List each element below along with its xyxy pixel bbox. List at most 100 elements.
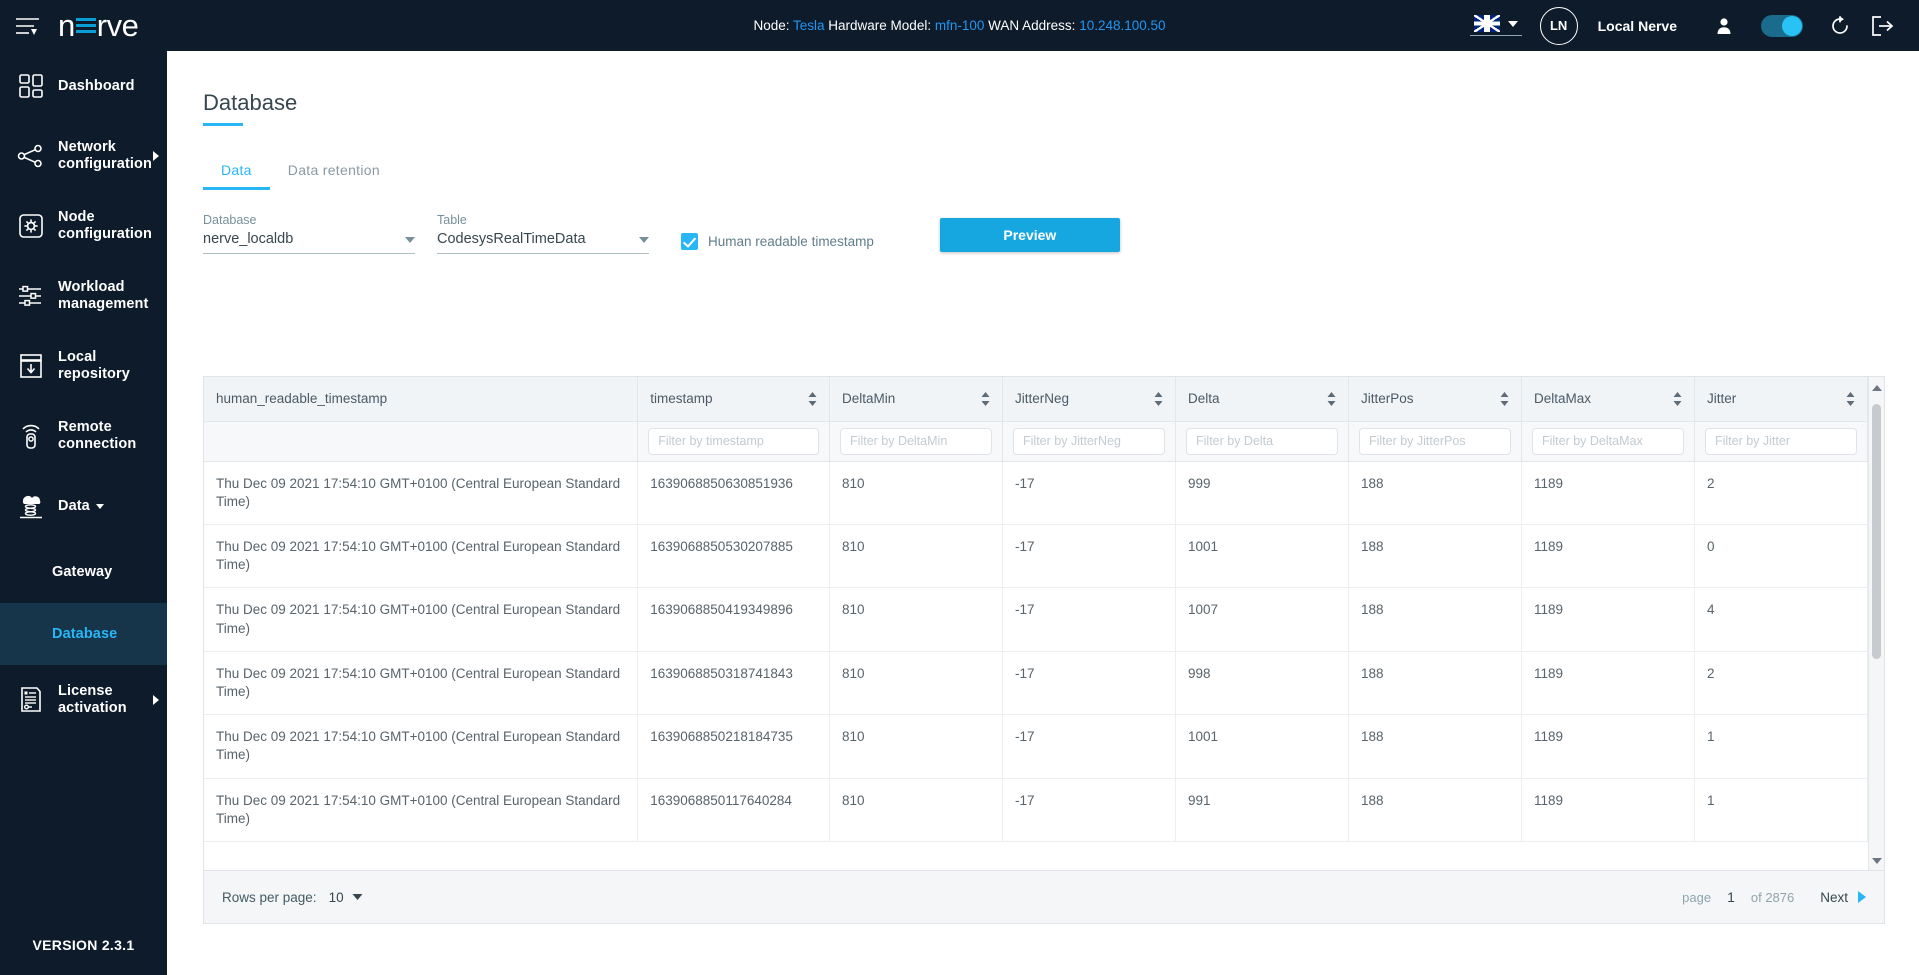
filter-input-deltamax[interactable] [1531, 427, 1684, 455]
network-share-icon [14, 139, 48, 173]
table-cell-jitter: 2 [1694, 651, 1869, 716]
table-cell-delta: 999 [1175, 461, 1349, 525]
sidebar-item-dashboard[interactable]: Dashboard [0, 51, 167, 121]
table-row[interactable]: Thu Dec 09 2021 17:54:10 GMT+0100 (Centr… [204, 651, 1869, 716]
table-cell-jitterneg: -17 [1002, 651, 1176, 716]
table-row[interactable]: Thu Dec 09 2021 17:54:10 GMT+0100 (Centr… [204, 714, 1869, 779]
page-title-underline [203, 123, 243, 126]
next-label: Next [1820, 889, 1848, 905]
logo-text-right: rve [96, 8, 139, 43]
sidebar-item-label: Remote connection [58, 419, 137, 452]
sidebar-item-gateway[interactable]: Gateway [0, 541, 167, 603]
sidebar-item-local-repository[interactable]: Local repository [0, 331, 167, 401]
tab-data[interactable]: Data [203, 162, 270, 190]
sidebar-item-remote-connection[interactable]: Remote connection [0, 401, 167, 471]
column-header-human-readable-timestamp[interactable]: human_readable_timestamp [204, 377, 639, 422]
column-label: JitterNeg [1015, 391, 1070, 407]
sidebar-item-network-configuration[interactable]: Network configuration [0, 121, 167, 191]
avatar[interactable]: LN [1539, 6, 1578, 45]
table-select[interactable]: CodesysRealTimeData [437, 231, 649, 254]
column-header-deltamin[interactable]: DeltaMin [829, 377, 1004, 422]
sidebar-item-node-configuration[interactable]: Node configuration [0, 191, 167, 261]
column-header-delta[interactable]: Delta [1175, 377, 1349, 422]
table-cell-human_readable_timestamp: Thu Dec 09 2021 17:54:10 GMT+0100 (Centr… [204, 461, 639, 525]
column-header-timestamp[interactable]: timestamp [637, 377, 831, 422]
sort-arrows-icon [981, 391, 990, 407]
table-cell-timestamp: 1639068850419349896 [637, 587, 831, 652]
filter-cell-empty [204, 421, 639, 462]
logo-e-bars-icon [75, 16, 96, 36]
status-toggle[interactable] [1761, 14, 1803, 37]
sort-arrows-icon [808, 391, 817, 407]
table-field: Table CodesysRealTimeData [437, 213, 649, 254]
tab-data-retention[interactable]: Data retention [270, 162, 398, 190]
rows-per-page-label: Rows per page: [222, 889, 317, 905]
scrollbar-thumb[interactable] [1872, 404, 1881, 659]
chevron-down-icon [1507, 20, 1518, 27]
table-cell-deltamin: 810 [829, 524, 1004, 589]
table-row[interactable]: Thu Dec 09 2021 17:54:10 GMT+0100 (Centr… [204, 587, 1869, 652]
rows-per-page-select[interactable]: 10 [329, 888, 363, 906]
table-cell-timestamp: 1639068850218184735 [637, 714, 831, 779]
filter-input-jitterneg[interactable] [1013, 427, 1165, 455]
database-value: nerve_localdb [203, 231, 294, 247]
table-cell-jitterneg: -17 [1002, 587, 1176, 652]
column-header-deltamax[interactable]: DeltaMax [1521, 377, 1695, 422]
tab-bar: Data Data retention [203, 152, 1919, 190]
human-readable-timestamp-checkbox[interactable]: Human readable timestamp [681, 233, 874, 250]
sidebar-item-label: Node configuration [58, 209, 152, 242]
filter-input-timestamp[interactable] [648, 427, 820, 455]
column-label: JitterPos [1360, 391, 1414, 407]
chevron-down-icon [639, 237, 649, 243]
logout-icon[interactable] [1861, 0, 1903, 51]
column-header-jitter[interactable]: Jitter [1694, 377, 1869, 422]
sort-arrows-icon [1327, 391, 1336, 407]
refresh-icon[interactable] [1819, 0, 1861, 51]
table-vertical-scrollbar[interactable] [1868, 377, 1884, 870]
table-cell-jitterpos: 188 [1348, 524, 1522, 589]
table-row[interactable]: Thu Dec 09 2021 17:54:10 GMT+0100 (Centr… [204, 524, 1869, 589]
table-body: Thu Dec 09 2021 17:54:10 GMT+0100 (Centr… [204, 461, 1869, 843]
sidebar-item-label: Workload management [58, 279, 149, 312]
next-page-button[interactable]: Next [1820, 890, 1866, 905]
table-row[interactable]: Thu Dec 09 2021 17:54:10 GMT+0100 (Centr… [204, 461, 1869, 525]
filter-cell-jitterneg [1002, 421, 1176, 462]
filter-input-deltamin[interactable] [840, 427, 993, 455]
sidebar-item-license-activation[interactable]: License activation [0, 665, 167, 735]
preview-button[interactable]: Preview [939, 218, 1120, 252]
data-table: human_readable_timestamp timestamp Delta… [204, 377, 1869, 843]
table-value: CodesysRealTimeData [437, 231, 586, 247]
table-cell-jitterneg: -17 [1002, 461, 1176, 525]
page-number[interactable]: 1 [1727, 889, 1735, 905]
sidebar-item-data[interactable]: Data [0, 471, 167, 541]
language-selector[interactable] [1469, 15, 1522, 36]
scroll-up-arrow-icon[interactable] [1872, 385, 1882, 391]
version-label: VERSION 2.3.1 [32, 937, 135, 953]
table-cell-jitterpos: 188 [1348, 587, 1522, 652]
filter-input-delta[interactable] [1186, 427, 1338, 455]
column-header-jitterneg[interactable]: JitterNeg [1002, 377, 1176, 422]
table-row[interactable]: Thu Dec 09 2021 17:54:10 GMT+0100 (Centr… [204, 778, 1869, 843]
filter-input-jitterpos[interactable] [1358, 427, 1511, 455]
table-cell-deltamax: 1189 [1521, 587, 1695, 652]
table-cell-jitter: 2 [1694, 461, 1869, 525]
hamburger-menu-icon[interactable] [0, 0, 56, 51]
table-cell-deltamin: 810 [829, 461, 1004, 525]
chevron-right-icon [153, 151, 159, 161]
sidebar-item-label: Gateway [52, 563, 113, 580]
nerve-logo[interactable]: n rve [58, 0, 139, 51]
filter-input-jitter[interactable] [1704, 427, 1857, 455]
column-header-jitterpos[interactable]: JitterPos [1348, 377, 1522, 422]
scroll-down-arrow-icon[interactable] [1872, 858, 1882, 864]
person-icon[interactable] [1703, 0, 1745, 51]
table-cell-timestamp: 1639068850318741843 [637, 651, 831, 716]
sidebar-item-database[interactable]: Database [0, 603, 167, 665]
filter-cell-delta [1175, 421, 1349, 462]
column-label: human_readable_timestamp [216, 391, 388, 407]
column-label: DeltaMax [1533, 391, 1591, 407]
toggle-knob [1782, 15, 1802, 36]
sort-arrows-icon [1673, 391, 1682, 407]
database-select[interactable]: nerve_localdb [203, 231, 415, 254]
sidebar-item-workload-management[interactable]: Workload management [0, 261, 167, 331]
sidebar-navigation: Dashboard Network configuration Node con… [0, 51, 167, 975]
